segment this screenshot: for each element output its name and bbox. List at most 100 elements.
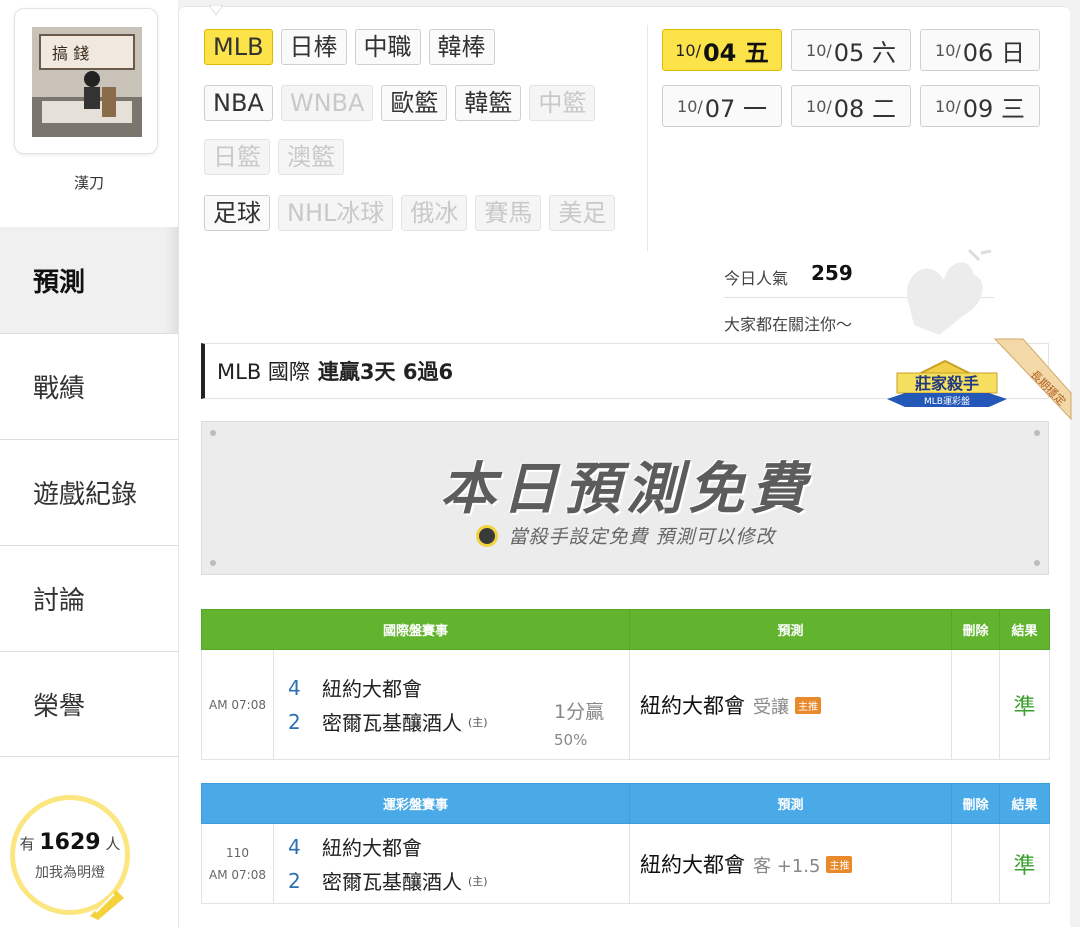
matchup: 4 紐約大都會 2 密爾瓦基釀酒人 (主)	[272, 823, 631, 904]
svg-text:搞 錢: 搞 錢	[52, 44, 89, 63]
date-month: 10/	[935, 40, 961, 60]
sidebar: 搞 錢 漢刀 預測 戰績 遊戲紀錄 討論 榮譽 有 1629 人 加我為明燈	[0, 0, 178, 927]
record-league: MLB 國際	[217, 360, 310, 384]
nav-item-predict[interactable]: 預測	[0, 227, 178, 333]
sport-button[interactable]: 日籃	[204, 139, 270, 175]
result-cell: 準	[999, 649, 1051, 760]
sport-button[interactable]: 賽馬	[475, 195, 542, 231]
home-tag: (主)	[468, 715, 488, 729]
home-name: 密爾瓦基釀酒人	[322, 711, 462, 735]
game-time: AM 07:08	[201, 649, 274, 760]
sport-button[interactable]: 中籃	[529, 85, 596, 121]
handicap-pct: 50%	[554, 731, 588, 749]
sport-row: MLB 日棒 中職 韓棒	[204, 29, 495, 65]
decoration-icon	[907, 248, 992, 335]
sport-row: 日籃 澳籃	[204, 139, 344, 175]
sport-button[interactable]: 韓棒	[428, 29, 495, 65]
delete-cell[interactable]	[951, 649, 1001, 760]
sport-button[interactable]: 俄冰	[401, 195, 468, 231]
banner-subtitle-text: 當殺手設定免費 預測可以修改	[508, 526, 776, 548]
date-button[interactable]: 10/05 六	[791, 29, 911, 71]
bookmaker-killer-badge: 莊家殺手 MLB運彩盤 長期穩定	[887, 338, 1072, 421]
sport-button[interactable]: 美足	[549, 195, 616, 231]
prediction-note: 客 +1.5	[753, 855, 821, 877]
date-month: 10/	[675, 40, 701, 60]
home-tag: (主)	[468, 874, 488, 888]
popularity-label: 今日人氣	[724, 269, 789, 288]
sport-button[interactable]: 韓籃	[455, 85, 522, 121]
sport-button[interactable]: 中職	[354, 29, 421, 65]
result-cell: 準	[999, 823, 1051, 904]
away-name: 紐約大都會	[322, 836, 422, 860]
date-day: 06 日	[962, 38, 1025, 67]
home-number: 2	[288, 709, 301, 734]
nav-item-label: 預測	[33, 267, 86, 298]
sport-button[interactable]: 日棒	[280, 29, 347, 65]
screw-icon	[210, 560, 216, 566]
user-name: 漢刀	[73, 174, 104, 192]
date-day: 08 二	[833, 94, 896, 123]
avatar[interactable]: 搞 錢	[14, 8, 158, 154]
badge-title: 莊家殺手	[915, 374, 979, 393]
date-button[interactable]: 10/04 五	[662, 29, 782, 71]
date-button[interactable]: 10/09 三	[920, 85, 1040, 127]
nav-item-label: 討論	[33, 586, 86, 616]
table-header-event: 國際盤賽事	[200, 609, 631, 650]
handicap-value: 1分贏	[554, 701, 605, 723]
record-summary: 連贏3天 6過6	[317, 360, 454, 384]
sport-row: 足球 NHL冰球 俄冰 賽馬 美足	[204, 195, 616, 231]
table-header-delete: 刪除	[951, 783, 1001, 824]
main-panel: MLB 日棒 中職 韓棒 NBA WNBA 歐籃 韓籃 中籃 日籃 澳籃 足球 NHL冰球 俄冰 賽馬 美足 …	[178, 5, 1072, 927]
screw-icon	[1034, 560, 1040, 566]
free-prediction-banner: 本日預測免費 當殺手設定免費 預測可以修改	[201, 421, 1049, 575]
avatar-photo: 搞 錢	[32, 27, 142, 137]
nav-item-honors[interactable]: 榮譽	[0, 651, 178, 757]
handicap: 1分贏 50%	[554, 698, 604, 754]
date-month: 10/	[935, 96, 961, 116]
sport-button[interactable]: NBA	[204, 85, 273, 121]
fan-suffix: 人	[105, 835, 121, 853]
table-row: AM 07:08 4 紐約大都會 2 密爾瓦基釀酒人 (主) 1分贏 50% 紐…	[201, 649, 1051, 760]
light-bulb-icon	[476, 525, 499, 547]
table-header-prediction: 預測	[629, 609, 953, 650]
nav-item-discussion[interactable]: 討論	[0, 545, 178, 651]
delete-cell[interactable]	[951, 823, 1001, 904]
table-header-event: 運彩盤賽事	[200, 783, 631, 824]
sport-button[interactable]: NHL冰球	[278, 195, 394, 231]
away-number: 4	[288, 834, 301, 859]
date-day: 07 一	[704, 94, 767, 123]
sport-button[interactable]: 澳籃	[278, 139, 344, 175]
nav-item-label: 遊戲紀錄	[33, 480, 138, 510]
nav-item-label: 戰績	[33, 374, 86, 404]
prediction-pick: 紐約大都會	[640, 693, 746, 718]
sport-row: NBA WNBA 歐籃 韓籃 中籃	[204, 85, 596, 121]
popularity-count: 259	[811, 261, 853, 285]
matchup: 4 紐約大都會 2 密爾瓦基釀酒人 (主) 1分贏 50%	[272, 649, 631, 760]
date-button[interactable]: 10/08 二	[791, 85, 911, 127]
sport-button[interactable]: 歐籃	[381, 85, 448, 121]
nav-item-record[interactable]: 戰績	[0, 333, 178, 439]
pin-icon	[209, 5, 223, 16]
table-row: 110 AM 07:08 4 紐約大都會 2 密爾瓦基釀酒人 (主) 紐約大都會	[201, 823, 1051, 904]
nav-item-label: 榮譽	[33, 691, 86, 722]
home-name: 密爾瓦基釀酒人	[322, 870, 462, 894]
date-button[interactable]: 10/07 一	[662, 85, 782, 127]
screw-icon	[1034, 430, 1040, 436]
date-button[interactable]: 10/06 日	[920, 29, 1040, 71]
light-bulb-icon	[86, 880, 126, 920]
date-day: 05 六	[833, 38, 896, 67]
game-number: 110	[226, 845, 249, 860]
nav-item-game-log[interactable]: 遊戲紀錄	[0, 439, 178, 545]
lottery-prediction-table: 運彩盤賽事 預測 刪除 結果 110 AM 07:08 4 紐約大都會 2 密爾…	[200, 783, 1051, 904]
fan-count-line: 有 1629 人	[15, 830, 125, 855]
follow-label: 加我為明燈	[35, 865, 105, 881]
home-team: 2 密爾瓦基釀酒人 (主)	[288, 864, 629, 898]
date-month: 10/	[677, 96, 703, 116]
sport-button[interactable]: 足球	[204, 195, 270, 231]
date-day: 04 五	[702, 38, 769, 67]
sport-button[interactable]: WNBA	[280, 85, 374, 121]
intl-prediction-table: 國際盤賽事 預測 刪除 結果 AM 07:08 4 紐約大都會 2 密爾瓦基釀酒…	[200, 609, 1051, 760]
table-header-prediction: 預測	[629, 783, 953, 824]
away-name: 紐約大都會	[322, 677, 422, 701]
sport-button[interactable]: MLB	[204, 29, 273, 65]
